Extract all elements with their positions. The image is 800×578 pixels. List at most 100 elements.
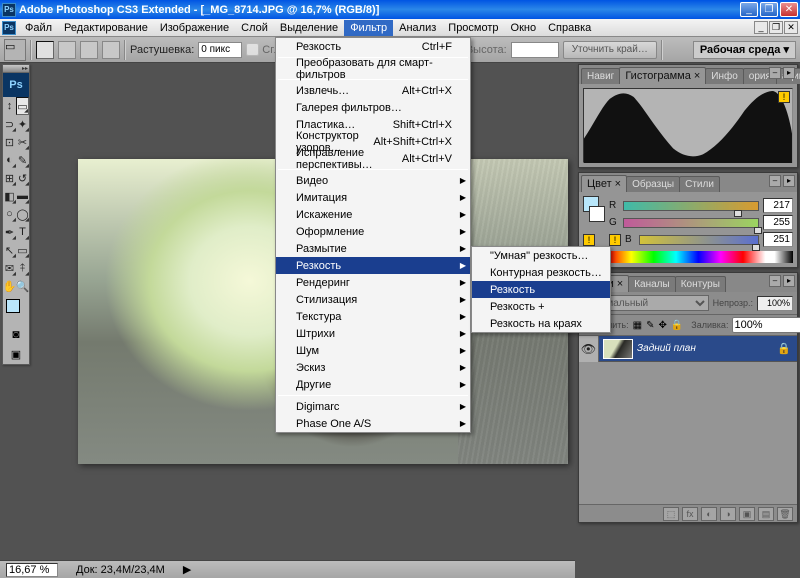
link-layers[interactable]: ⬚ — [663, 507, 679, 521]
tab-color[interactable]: Цвет× — [581, 175, 627, 192]
panel-menu[interactable]: ▸ — [783, 175, 795, 187]
notes-tool[interactable]: ✉◢ — [3, 259, 16, 277]
selection-new[interactable] — [36, 41, 54, 59]
tab-histogram[interactable]: Гистограмма× — [619, 67, 706, 84]
selection-add[interactable] — [58, 41, 76, 59]
lock-transparency[interactable]: ▦ — [633, 318, 642, 332]
menu-group-резкость[interactable]: Резкость▶ — [276, 257, 470, 274]
panel-menu[interactable]: ▸ — [783, 67, 795, 79]
statusbar-arrow-icon[interactable]: ▶ — [183, 563, 191, 576]
panel-menu[interactable]: ▸ — [783, 275, 795, 287]
height-input[interactable] — [511, 42, 559, 58]
close-icon[interactable]: × — [694, 70, 700, 82]
menu-group-искажение[interactable]: Искажение▶ — [276, 206, 470, 223]
tab-styles[interactable]: Стили — [679, 176, 720, 192]
fill-value[interactable] — [732, 317, 800, 333]
shape-tool[interactable]: ▭◢ — [16, 241, 29, 259]
doc-restore[interactable]: ❐ — [769, 21, 783, 34]
feather-input[interactable] — [198, 42, 242, 58]
zoom-field[interactable] — [6, 563, 58, 577]
maximize-button[interactable]: ❐ — [760, 2, 778, 17]
panel-minimize[interactable]: – — [769, 67, 781, 79]
hand-tool[interactable]: ✋ — [3, 277, 16, 295]
dodge-tool[interactable]: ◯◢ — [16, 205, 29, 223]
selection-subtract[interactable] — [80, 41, 98, 59]
menu-extract[interactable]: Извлечь…Alt+Ctrl+X — [276, 82, 470, 99]
path-select-tool[interactable]: ↖◢ — [3, 241, 16, 259]
gradient-tool[interactable]: ▬◢ — [16, 187, 29, 205]
menu-group-другие[interactable]: Другие▶ — [276, 376, 470, 393]
adjustment-layer[interactable]: ◑ — [720, 507, 736, 521]
menu-group-рендеринг[interactable]: Рендеринг▶ — [276, 274, 470, 291]
spectrum-bar[interactable] — [609, 251, 793, 263]
doc-minimize[interactable]: _ — [754, 21, 768, 34]
color-picker[interactable] — [3, 295, 29, 324]
eyedropper-tool[interactable]: ⤉◢ — [16, 259, 29, 277]
layer-background[interactable]: 👁 Задний план 🔒 — [579, 336, 797, 362]
menu-last-filter[interactable]: РезкостьCtrl+F — [276, 38, 470, 55]
stamp-tool[interactable]: ⊞◢ — [3, 169, 16, 187]
refine-edge-button[interactable]: Уточнить край… — [563, 41, 657, 59]
menu-digimarc[interactable]: Digimarc▶ — [276, 398, 470, 415]
submenu-item[interactable]: "Умная" резкость… — [472, 247, 610, 264]
close-icon[interactable]: × — [617, 278, 623, 290]
lasso-tool[interactable]: ⊃◢ — [3, 115, 16, 133]
opacity-value[interactable] — [757, 296, 793, 311]
minimize-button[interactable]: _ — [740, 2, 758, 17]
menu-window[interactable]: Окно — [505, 20, 543, 36]
submenu-item[interactable]: Резкость — [472, 281, 610, 298]
tab-paths[interactable]: Контуры — [675, 276, 726, 292]
panel-minimize[interactable]: – — [769, 175, 781, 187]
blur-tool[interactable]: ○◢ — [3, 205, 16, 223]
red-slider[interactable] — [623, 201, 759, 211]
tab-channels[interactable]: Каналы — [628, 276, 676, 292]
close-icon[interactable]: × — [615, 178, 621, 190]
zoom-tool[interactable]: 🔍 — [16, 277, 29, 295]
pen-tool[interactable]: ✒◢ — [3, 223, 16, 241]
brush-tool[interactable]: ✎◢ — [16, 151, 29, 169]
tab-swatches[interactable]: Образцы — [626, 176, 680, 192]
red-value[interactable] — [763, 198, 793, 213]
menu-group-имитация[interactable]: Имитация▶ — [276, 189, 470, 206]
submenu-item[interactable]: Резкость на краях — [472, 315, 610, 332]
lock-position[interactable]: ✥ — [658, 318, 666, 332]
toolbox-header[interactable]: ▸▸ — [3, 65, 29, 73]
menu-image[interactable]: Изображение — [154, 20, 235, 36]
menu-group-видео[interactable]: Видео▶ — [276, 172, 470, 189]
green-slider[interactable] — [623, 218, 759, 228]
fg-color[interactable] — [6, 299, 20, 313]
menu-group-стилизация[interactable]: Стилизация▶ — [276, 291, 470, 308]
lock-pixels[interactable]: ✎ — [646, 318, 654, 332]
menu-group-оформление[interactable]: Оформление▶ — [276, 223, 470, 240]
menu-group-размытие[interactable]: Размытие▶ — [276, 240, 470, 257]
green-value[interactable] — [763, 215, 793, 230]
layer-mask[interactable]: ◐ — [701, 507, 717, 521]
menu-filter-gallery[interactable]: Галерея фильтров… — [276, 99, 470, 116]
menu-smart-filter[interactable]: Преобразовать для смарт-фильтров — [276, 60, 470, 77]
cache-warning-icon[interactable]: ! — [778, 91, 790, 103]
submenu-item[interactable]: Резкость + — [472, 298, 610, 315]
menu-group-текстура[interactable]: Текстура▶ — [276, 308, 470, 325]
doc-close[interactable]: ✕ — [784, 21, 798, 34]
eraser-tool[interactable]: ◧◢ — [3, 187, 16, 205]
menu-select[interactable]: Выделение — [274, 20, 344, 36]
layer-thumbnail[interactable] — [603, 339, 633, 359]
slice-tool[interactable]: ✂◢ — [16, 133, 29, 151]
delete-layer[interactable]: 🗑 — [777, 507, 793, 521]
marquee-tool[interactable]: ▭◢ — [16, 97, 29, 115]
menu-filter[interactable]: Фильтр — [344, 20, 393, 36]
workspace-switcher[interactable]: Рабочая среда ▾ — [693, 41, 796, 59]
menu-file[interactable]: Файл — [19, 20, 58, 36]
menu-group-штрихи[interactable]: Штрихи▶ — [276, 325, 470, 342]
layer-group[interactable]: ▣ — [739, 507, 755, 521]
healing-tool[interactable]: ◐◢ — [3, 151, 16, 169]
move-tool[interactable]: ↕ — [3, 97, 16, 115]
lock-all[interactable]: 🔒 — [671, 318, 683, 332]
menu-vanish[interactable]: Исправление перспективы…Alt+Ctrl+V — [276, 150, 470, 167]
tab-info[interactable]: Инфо — [705, 68, 744, 84]
screen-mode[interactable]: ▣ — [3, 344, 29, 364]
menu-edit[interactable]: Редактирование — [58, 20, 154, 36]
close-button[interactable]: ✕ — [780, 2, 798, 17]
submenu-item[interactable]: Контурная резкость… — [472, 264, 610, 281]
menu-help[interactable]: Справка — [542, 20, 597, 36]
